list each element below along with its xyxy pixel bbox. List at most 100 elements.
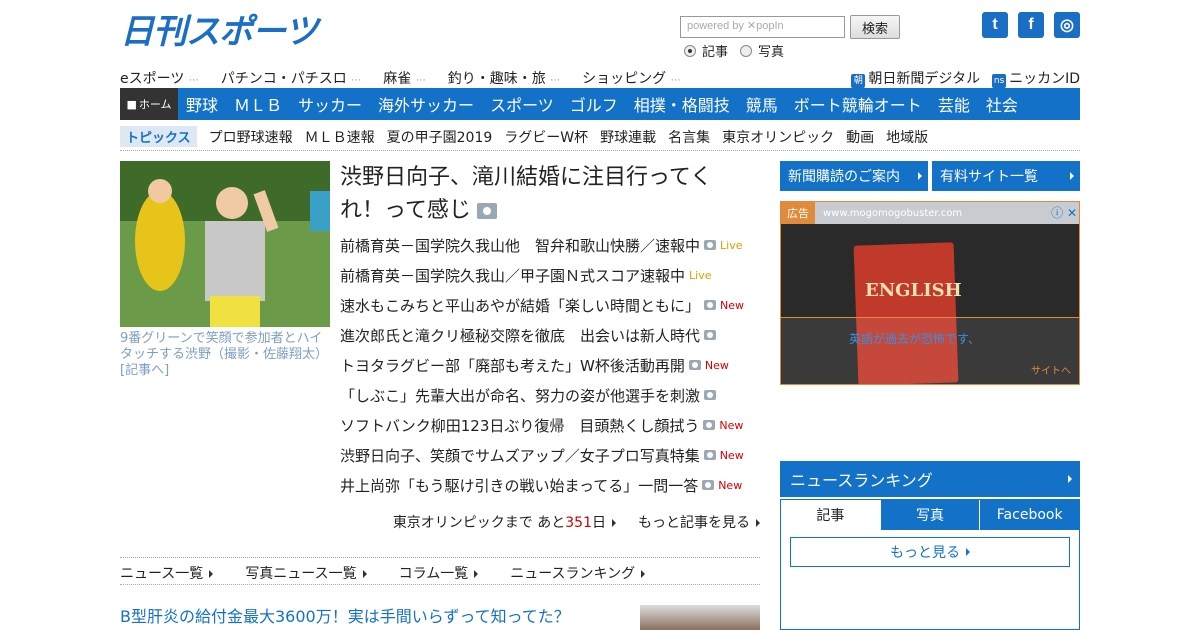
chevron-right-icon [362, 570, 367, 578]
nav-item[interactable]: 芸能 [930, 92, 978, 116]
topic-link[interactable]: 名言集 [668, 127, 710, 147]
sub-link[interactable]: 写真ニュース一覧 [245, 563, 367, 583]
more-articles-link[interactable]: もっと記事を見る [638, 512, 760, 532]
news-list: 前橋育英－国学院久我山他 智弁和歌山快勝／速報中 Live 前橋育英－国学院久我山… [340, 230, 760, 500]
sub-link[interactable]: ニュース一覧 [120, 563, 214, 583]
util-link[interactable]: 釣り・趣味・旅 ⋯ [448, 68, 560, 88]
sub-link[interactable]: コラム一覧 [399, 563, 479, 583]
ad-overlay: 英語が過去が恐怖です、 サイトへ [781, 317, 1079, 384]
topic-link[interactable]: 動画 [846, 127, 874, 147]
topic-link[interactable]: 夏の甲子園2019 [387, 127, 493, 147]
ad-tag: 広告 [781, 202, 815, 224]
promo-image[interactable] [640, 605, 760, 630]
nikkan-id-link[interactable]: ns ニッカンID [992, 68, 1080, 88]
topic-link[interactable]: 地域版 [886, 127, 928, 147]
ranking-header[interactable]: ニュースランキング [780, 461, 1080, 497]
camera-icon [476, 203, 497, 219]
golf-photo-image [120, 161, 330, 327]
nav-item[interactable]: スポーツ [482, 92, 562, 116]
nav-item[interactable]: 競馬 [738, 92, 786, 116]
camera-icon [704, 300, 717, 310]
nav-item[interactable]: 海外サッカー [370, 92, 482, 116]
tab-photos[interactable]: 写真 [879, 500, 980, 530]
subscribe-button[interactable]: 新聞購読のご案内 [780, 161, 928, 191]
facebook-icon[interactable]: f [1018, 12, 1044, 38]
chevron-right-icon [966, 548, 970, 556]
partner-links: 朝朝日新聞デジタル ns ニッカンID [851, 68, 1080, 88]
util-link[interactable]: パチンコ・パチスロ ⋯ [221, 68, 361, 88]
util-links: eスポーツ ⋯ パチンコ・パチスロ ⋯ 麻雀 ⋯ 釣り・趣味・旅 ⋯ ショッピン… [120, 68, 681, 88]
topic-link[interactable]: 野球連載 [600, 127, 656, 147]
ad-close-icon[interactable]: ⓘ ✕ [1051, 204, 1077, 221]
topics-tag: トピックス [120, 126, 197, 147]
nav-item[interactable]: ＭＬＢ [226, 92, 290, 116]
news-item[interactable]: 進次郎氏と滝クリ極秘交際を徹底 出会いは新人時代 [340, 320, 760, 350]
sub-link[interactable]: ニュースランキング [510, 563, 646, 583]
home-icon: ■ [126, 97, 137, 111]
chevron-right-icon [756, 519, 760, 527]
ranking-tabs: 記事 写真 Facebook [781, 500, 1080, 530]
nav-item[interactable]: 社会 [978, 92, 1026, 116]
news-item[interactable]: ソフトバンク柳田123日ぶり復帰 目頭熱くし顔拭う New [340, 410, 760, 440]
camera-icon [704, 390, 717, 400]
nav-home[interactable]: ■ ホーム [120, 88, 178, 120]
topic-link[interactable]: ＭＬＢ速報 [305, 127, 375, 147]
divider [120, 150, 1080, 151]
logo-text: 日刊スポーツ [120, 13, 318, 51]
feature-headline[interactable]: 渋野日向子、滝川結婚に注目行ってくれ！って感じ [340, 161, 750, 227]
topic-link[interactable]: 東京オリンピック [722, 127, 834, 147]
camera-icon [703, 420, 716, 430]
nav-item[interactable]: ゴルフ [562, 92, 626, 116]
camera-icon [702, 480, 715, 490]
asahi-link[interactable]: 朝朝日新聞デジタル [851, 68, 980, 88]
main-nav: ■ ホーム 野球 ＭＬＢ サッカー 海外サッカー スポーツ ゴルフ 相撲・格闘技 … [120, 88, 1080, 120]
radio-photos-label: 写真 [758, 45, 785, 60]
twitter-icon[interactable]: t [982, 12, 1008, 38]
promo-link[interactable]: B型肝炎の給付金最大3600万！実は手間いらずって知ってた？ [120, 603, 570, 627]
topic-link[interactable]: ラグビーW杯 [504, 127, 588, 147]
ad-header: 広告 www.mogomogobuster.com ⓘ ✕ [781, 202, 1079, 224]
more-row: 東京オリンピックまで あと351日 もっと記事を見る [393, 512, 760, 532]
news-item[interactable]: 井上尚弥「もう駆け引きの戦い始まってる」一問一答 New [340, 470, 760, 500]
topic-link[interactable]: プロ野球速報 [209, 127, 293, 147]
ad-banner[interactable]: 広告 www.mogomogobuster.com ⓘ ✕ ENGLISH 英語… [780, 201, 1080, 385]
radio-articles[interactable] [684, 44, 696, 57]
chevron-right-icon [1068, 475, 1072, 483]
camera-icon [688, 360, 701, 370]
ranking-box: 記事 写真 Facebook もっと見る [780, 499, 1080, 630]
news-item[interactable]: 前橋育英－国学院久我山／甲子園Ｎ式スコア速報中 Live [340, 260, 760, 290]
news-item[interactable]: 「しぶこ」先輩大出が命名、努力の姿が他選手を刺激 [340, 380, 760, 410]
news-item[interactable]: トヨタラグビー部「廃部も考えた」W杯後活動再開 New [340, 350, 760, 380]
nav-item[interactable]: ボート競輪オート [786, 92, 930, 116]
nav-item[interactable]: サッカー [290, 92, 370, 116]
search-button[interactable]: 検索 [850, 15, 900, 39]
news-item[interactable]: 前橋育英－国学院久我山他 智弁和歌山快勝／速報中 Live [340, 230, 760, 260]
chevron-right-icon [474, 570, 479, 578]
chevron-right-icon [1070, 172, 1074, 180]
search-scope: 記事 写真 [684, 41, 784, 60]
tab-articles[interactable]: 記事 [781, 500, 880, 530]
util-link[interactable]: ショッピング ⋯ [582, 68, 680, 88]
radio-photos[interactable] [740, 44, 753, 57]
nav-item[interactable]: 相撲・格闘技 [626, 92, 738, 116]
instagram-icon[interactable]: ◎ [1054, 12, 1080, 38]
chevron-right-icon [918, 172, 922, 180]
camera-icon [703, 450, 716, 460]
topics-bar: トピックス プロ野球速報 ＭＬＢ速報 夏の甲子園2019 ラグビーW杯 野球連載… [120, 126, 928, 147]
photo-caption[interactable]: 9番グリーンで笑顔で参加者とハイタッチする渋野（撮影・佐藤翔太） [記事へ] [120, 331, 330, 379]
util-link[interactable]: eスポーツ ⋯ [120, 68, 199, 88]
ad-site-link[interactable]: サイトへ [1031, 362, 1071, 377]
feature-photo[interactable] [120, 161, 330, 327]
search-input[interactable]: powered by ✕popIn [680, 16, 845, 38]
nav-item[interactable]: 野球 [178, 92, 226, 116]
news-item[interactable]: 速水もこみちと平山あやが結婚「楽しい時間ともに」 New [340, 290, 760, 320]
util-link[interactable]: 麻雀 ⋯ [383, 68, 425, 88]
chevron-right-icon [612, 519, 616, 527]
olympic-countdown[interactable]: 東京オリンピックまで あと351日 [393, 512, 616, 532]
news-item[interactable]: 渋野日向子、笑顔でサムズアップ／女子プロ写真特集 New [340, 440, 760, 470]
tab-facebook[interactable]: Facebook [979, 500, 1080, 530]
see-more-button[interactable]: もっと見る [790, 537, 1070, 567]
site-logo[interactable]: 日刊スポーツ [120, 12, 318, 52]
paid-sites-button[interactable]: 有料サイト一覧 [932, 161, 1080, 191]
camera-icon [704, 240, 717, 250]
